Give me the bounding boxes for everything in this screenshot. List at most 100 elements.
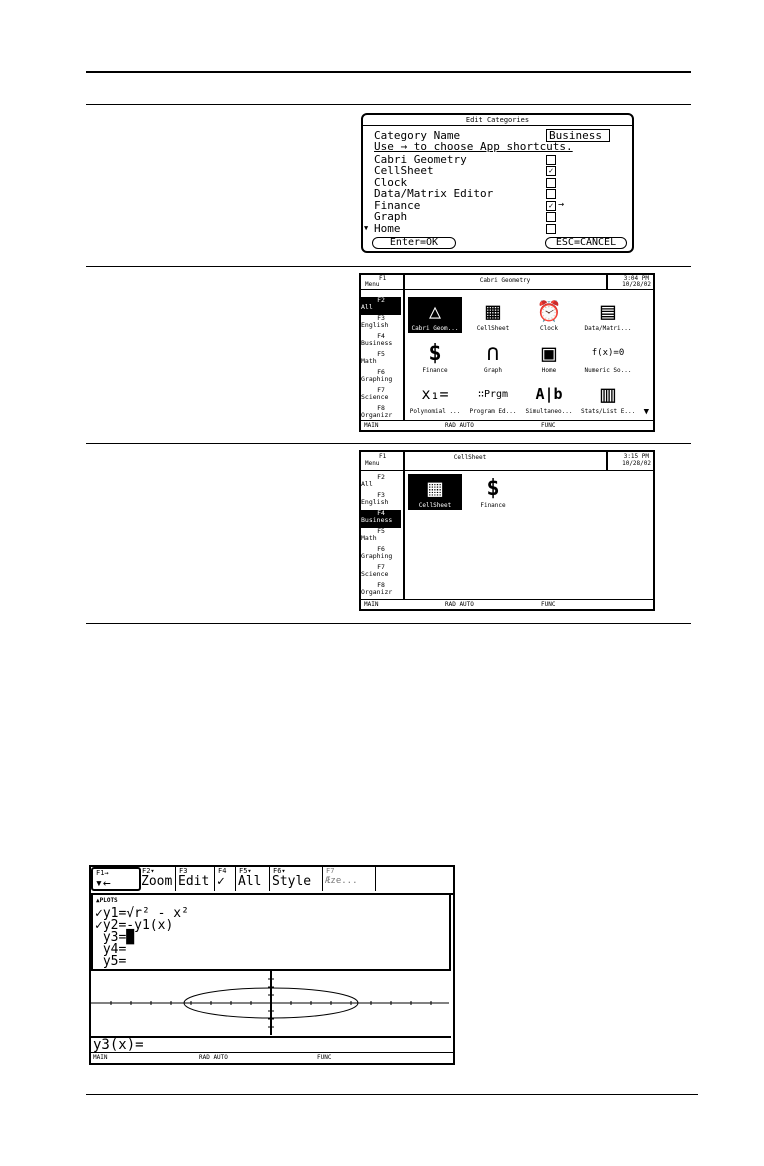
app-data-matrix[interactable]: ▤ Data/Matri... [581,297,635,337]
checkbox-finance[interactable]: ✓ [546,201,556,211]
category-tab-english[interactable]: F3 English [361,315,401,333]
clock-time: 3:15 PM [623,453,649,460]
category-tab-all[interactable]: F2 All [361,297,401,315]
clock-date: 10/28/02 [622,460,651,467]
category-panel: F2 All F3 English F4 Business F5 Math F6 Grap… [361,289,405,420]
simultaneous-icon: A|b [535,385,563,403]
status-func: FUNC [541,422,556,429]
status-func: FUNC [541,601,556,608]
category-tab-english[interactable]: F3 English [361,492,401,510]
finance-icon: $ [428,340,442,366]
graph-icon: ∩ [486,340,500,366]
home-icon: ▣ [541,339,557,367]
app-cellsheet[interactable]: ▦ CellSheet [408,474,462,514]
toolbar-f7-axes[interactable]: F7 Æze... [323,867,376,891]
app-polynomial[interactable]: x₁= Polynomial ... [408,380,462,420]
category-tab-science[interactable]: F7 Science [361,387,401,405]
category-tab-organizr[interactable]: F8 Organizr [361,582,401,600]
clock-icon: ⏰ [536,299,562,323]
app-program-editor[interactable]: ∷Prgm Program Ed... [466,380,520,420]
esc-cancel-button[interactable]: ESC=CANCEL [545,237,627,249]
category-tab-graphing[interactable]: F6 Graphing [361,369,401,387]
toolbar-f5-all[interactable]: F5▾ All [236,867,270,891]
apps-desktop-all: F1 Menu Cabri Geometry 3:04 PM 10/28/02 … [359,273,655,432]
top-rule-thick [86,71,691,73]
category-tab-math[interactable]: F5 Math [361,351,401,369]
f1-key-label[interactable]: F1 [379,275,386,282]
checkbox-cabri[interactable] [546,155,556,165]
status-bar: MAIN RAD AUTO FUNC [361,420,653,430]
function-toolbar: F1→ ▾← F2▾ Zoom F3 Edit F4 ✓ F5▾ All F6▾ Style… [91,867,453,895]
header-rule [86,104,691,105]
graph-window[interactable] [91,971,449,1035]
toolbar-f4-check[interactable]: F4 ✓ [215,867,236,891]
category-item-cellsheet[interactable]: CellSheet [374,165,434,176]
row-rule-1 [86,266,691,267]
category-tab-business[interactable]: F4 Business [361,333,401,351]
app-cabri-geometry[interactable]: △ Cabri Geom... [408,297,462,337]
cabri-icon: △ [408,297,462,325]
cellsheet-icon: ▦ [408,474,462,502]
toolbar-f2-zoom[interactable]: F2▾ Zoom [139,867,176,891]
app-finance[interactable]: $ Finance [466,474,520,514]
numeric-solver-icon: f(x)=0 [591,348,625,358]
category-tab-all[interactable]: F2 All [361,474,401,492]
row-rule-3 [86,623,691,624]
scroll-down-icon[interactable]: ▼ [364,224,368,232]
toolbar-f6-style[interactable]: F6▾ Style [270,867,323,891]
status-bar: MAIN RAD AUTO FUNC [361,599,653,609]
program-editor-icon: ∷Prgm [477,388,509,400]
status-mode: RAD AUTO [199,1054,228,1061]
data-matrix-icon: ▤ [600,297,616,325]
category-item-data-matrix[interactable]: Data/Matrix Editor [374,188,493,199]
app-simultaneous[interactable]: A|b Simultaneo... [522,380,576,420]
app-finance[interactable]: $ Finance [408,339,462,379]
finance-icon: $ [486,475,500,501]
plots-label: ▲PLOTS [96,897,118,904]
app-numeric-solver[interactable]: f(x)=0 Numeric So... [581,339,635,379]
category-item-graph[interactable]: Graph [374,211,407,222]
cellsheet-icon: ▦ [485,297,501,325]
enter-ok-button[interactable]: Enter=OK [372,237,456,249]
status-main: MAIN [93,1054,108,1061]
edit-categories-dialog: Edit Categories Category Name Business U… [361,113,634,253]
dialog-title: Edit Categories [363,115,632,126]
menu-label[interactable]: Menu [365,460,379,467]
polynomial-icon: x₁= [421,385,449,403]
f1-key-label[interactable]: F1 [379,453,386,460]
category-panel: F2 All F3 English F4 Business F5 Math F6 Grap… [361,470,405,599]
menu-label[interactable]: Menu [365,281,379,288]
toolbar-f1-tools[interactable]: F1→ ▾← [91,867,141,891]
desktop-header: F1 Menu CellSheet 3:15 PM 10/28/02 [361,452,653,471]
category-tab-science[interactable]: F7 Science [361,564,401,582]
category-tab-graphing[interactable]: F6 Graphing [361,546,401,564]
category-item-home[interactable]: Home [374,223,401,234]
app-clock[interactable]: ⏰ Clock [522,297,576,337]
app-stats-list[interactable]: ▥ Stats/List E... [581,380,635,420]
app-home[interactable]: ▣ Home [522,339,576,379]
scroll-down-icon[interactable]: ▼ [644,407,649,417]
function-y5[interactable]: y5= [95,955,127,968]
toolbar-f3-edit[interactable]: F3 Edit [176,867,215,891]
status-mode: RAD AUTO [445,422,474,429]
entry-line[interactable]: y3(x)= [91,1036,451,1052]
clock-date: 10/28/02 [622,281,651,288]
checkbox-graph[interactable] [546,212,556,222]
bottom-rule [86,1094,698,1095]
desktop-title: Cabri Geometry [479,277,531,284]
y-editor-screen: F1→ ▾← F2▾ Zoom F3 Edit F4 ✓ F5▾ All F6▾ Style… [89,865,455,1065]
cursor-arrow-icon: → [558,199,565,210]
category-tab-business[interactable]: F4 Business [361,510,401,528]
checkbox-cellsheet[interactable]: ✓ [546,166,556,176]
app-cellsheet[interactable]: ▦ CellSheet [466,297,520,337]
status-mode: RAD AUTO [445,601,474,608]
checkbox-clock[interactable] [546,178,556,188]
status-main: MAIN [364,422,379,429]
app-graph[interactable]: ∩ Graph [466,339,520,379]
checkbox-data-matrix[interactable] [546,189,556,199]
checkbox-home[interactable] [546,224,556,234]
desktop-title: CellSheet [453,454,487,461]
category-tab-math[interactable]: F5 Math [361,528,401,546]
desktop-header: F1 Menu Cabri Geometry 3:04 PM 10/28/02 [361,275,653,290]
function-list-panel: ▲PLOTS ✓y1=√r² - x² ✓y2=-y1(x) y3=█ y4= … [91,895,451,971]
